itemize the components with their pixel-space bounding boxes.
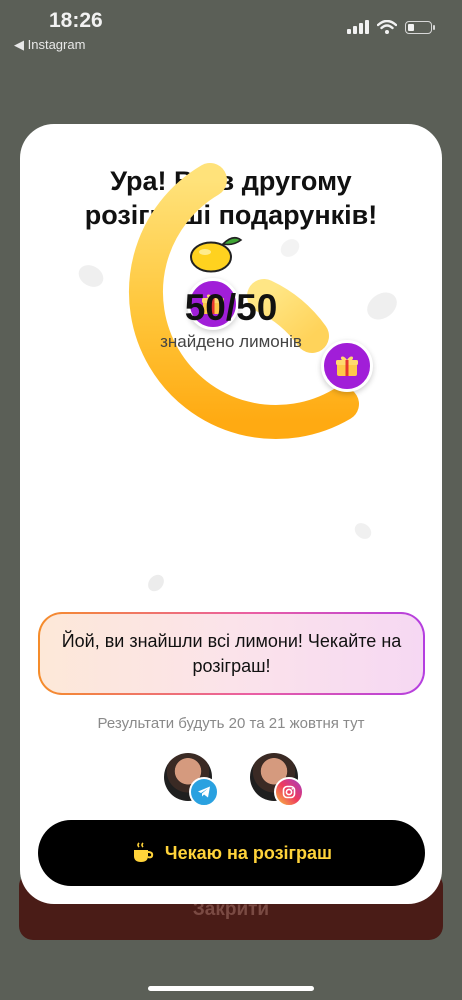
faint-lemon-icon <box>148 574 164 592</box>
waiting-for-draw-label: Чекаю на розіграш <box>164 842 333 863</box>
cellular-signal-icon <box>347 20 369 34</box>
lemons-found-label: знайдено лимонів <box>160 332 302 351</box>
coffee-cup-icon <box>133 842 154 862</box>
waiting-for-draw-button[interactable]: Чекаю на розіграш <box>38 820 425 886</box>
back-to-app-link[interactable]: ◀ Instagram <box>14 37 85 53</box>
faint-lemon-icon <box>354 523 372 539</box>
instagram-icon[interactable] <box>274 777 304 807</box>
status-bar: 18:26 ◀ Instagram <box>0 0 462 60</box>
status-time: 18:26 <box>49 9 103 32</box>
results-date-note: Результати будуть 20 та 21 жовтня тут <box>97 715 365 732</box>
battery-icon <box>405 20 435 34</box>
lemon-icon <box>188 236 243 274</box>
home-indicator[interactable] <box>148 986 314 991</box>
telegram-icon[interactable] <box>189 777 219 807</box>
message-text: Йой, ви знайшли всі лимони! Чекайте на р… <box>61 630 402 676</box>
gift-icon <box>336 356 358 376</box>
wifi-icon <box>377 20 397 34</box>
all-lemons-found-message: Йой, ви знайшли всі лимони! Чекайте на р… <box>38 612 425 695</box>
status-icons <box>347 20 435 34</box>
lemons-found-count: 50/50 <box>184 287 278 328</box>
